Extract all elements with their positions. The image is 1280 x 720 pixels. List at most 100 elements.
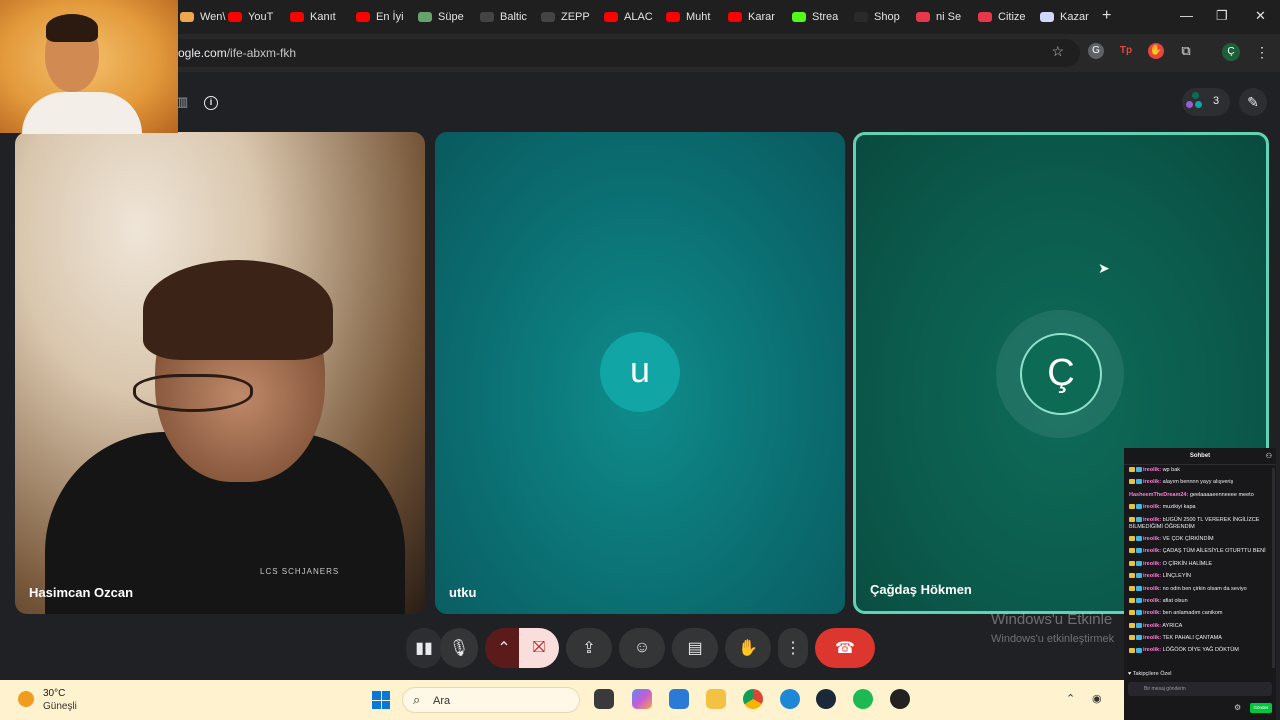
chat-username[interactable]: ireolik:: [1143, 467, 1161, 473]
profile-avatar[interactable]: Ç: [1222, 43, 1240, 61]
chat-users-icon[interactable]: ⚇: [1266, 448, 1272, 465]
captions-button[interactable]: ▤: [672, 628, 718, 668]
mail-icon[interactable]: [669, 689, 689, 709]
chat-send-button[interactable]: Gönder: [1250, 703, 1272, 713]
video-tile-utku[interactable]: u utku: [435, 132, 845, 614]
url-text[interactable]: ogle.com/ife-abxm-fkh: [178, 46, 296, 60]
chat-message-input[interactable]: Bir mesaj gönderin: [1128, 682, 1272, 696]
sun-weather-icon[interactable]: [18, 691, 34, 707]
chat-username[interactable]: ireolik:: [1143, 517, 1161, 523]
more-options-button[interactable]: ⋮: [778, 628, 808, 668]
tp-extension-icon[interactable]: Tp: [1118, 43, 1134, 59]
tab-label: Süpe: [438, 11, 464, 23]
browser-tab[interactable]: ni Se: [916, 5, 972, 29]
call-controls: ▮▮ 🎙 ⌃ ⛝ ⇪ ☺ ▤ ✋ ⋮ ☎: [0, 628, 1280, 668]
chat-username[interactable]: ireolik:: [1143, 647, 1161, 653]
task-view-icon[interactable]: [594, 689, 614, 709]
chat-badge-icon: [1129, 585, 1135, 591]
chat-username[interactable]: ireolik:: [1143, 504, 1161, 510]
browser-tab[interactable]: Muht: [666, 5, 722, 29]
spotify-icon[interactable]: [853, 689, 873, 709]
copilot-icon[interactable]: [632, 689, 652, 709]
chat-username[interactable]: ireolik:: [1143, 479, 1161, 485]
browser-tab[interactable]: Karar: [728, 5, 784, 29]
chat-message: ireolik: afiat olsun: [1129, 598, 1271, 605]
new-tab-button[interactable]: +: [1102, 7, 1111, 25]
bookmark-star-icon[interactable]: ☆: [1051, 43, 1064, 60]
address-bar[interactable]: ogle.com/ife-abxm-fkh ☆: [150, 39, 1080, 67]
taskbar-search-box[interactable]: ⌕ Ara: [402, 687, 580, 713]
camera-options-chevron-icon[interactable]: ⌃: [485, 628, 523, 668]
chat-username[interactable]: ireolik:: [1143, 586, 1161, 592]
search-icon: ⌕: [413, 692, 421, 707]
google-lens-extension-icon[interactable]: G: [1088, 43, 1104, 59]
chat-badge-icon: [1129, 548, 1135, 554]
chat-username[interactable]: ireolik:: [1143, 598, 1161, 604]
chat-username[interactable]: ireolik:: [1143, 536, 1161, 542]
minimize-button[interactable]: —: [1180, 8, 1193, 23]
browser-tab[interactable]: Baltic: [480, 5, 536, 29]
browser-tab[interactable]: YouT: [228, 5, 284, 29]
chat-scrollbar[interactable]: [1272, 468, 1275, 668]
hand-extension-icon[interactable]: ✋: [1148, 43, 1164, 59]
tab-label: ZEPP: [561, 11, 590, 23]
file-explorer-icon[interactable]: [706, 689, 726, 709]
browser-tab[interactable]: Strea: [792, 5, 848, 29]
leave-call-button[interactable]: ☎: [815, 628, 875, 668]
video-tile-hasimcan[interactable]: LCS SCHJANERS Hasimcan Ozcan: [15, 132, 425, 614]
tray-chevron-icon[interactable]: ⌃: [1066, 692, 1075, 705]
chat-badge-icon: [1136, 647, 1142, 653]
chat-badge-icon: [1129, 610, 1135, 616]
chat-badge-icon: [1136, 573, 1142, 579]
weather-condition[interactable]: Güneşli: [43, 701, 77, 712]
browser-tab[interactable]: En İyi: [356, 5, 412, 29]
chat-username[interactable]: ireolik:: [1143, 635, 1161, 641]
participant-name: Çağdaş Hökmen: [870, 582, 972, 597]
activation-watermark-title: Windows'u Etkinle: [991, 611, 1113, 628]
participants-button[interactable]: 3: [1182, 88, 1230, 116]
weather-temperature[interactable]: 30°C: [43, 688, 65, 699]
chat-username[interactable]: ireolik:: [1143, 548, 1161, 554]
present-screen-button[interactable]: ⇪: [566, 628, 612, 668]
followers-only-label: ♥ Takipçilere Özel: [1128, 671, 1172, 677]
maximize-button[interactable]: ❐: [1216, 8, 1228, 24]
reactions-emoji-button[interactable]: ☺: [619, 628, 665, 668]
chat-text: geelaaaaeenneeee meeto: [1189, 491, 1254, 498]
host-controls-pencil-icon[interactable]: ✎: [1239, 88, 1267, 116]
browser-tab[interactable]: Kazar: [1040, 5, 1096, 29]
browser-tab[interactable]: Citize: [978, 5, 1034, 29]
close-window-button[interactable]: ✕: [1255, 8, 1266, 24]
chat-badge-icon: [1129, 479, 1135, 485]
tab-favicon-icon: [290, 12, 304, 22]
chat-username[interactable]: ireolik:: [1143, 610, 1161, 616]
participant-avatar: Ç: [1020, 333, 1102, 415]
tab-label: Shop: [874, 11, 900, 23]
shirt-print: LCS SCHJANERS: [260, 567, 340, 576]
browser-tab[interactable]: ZEPP: [541, 5, 597, 29]
chat-username[interactable]: ireolik:: [1143, 561, 1161, 567]
steam-icon[interactable]: [816, 689, 836, 709]
extensions-puzzle-icon[interactable]: ⧉: [1178, 43, 1194, 59]
tray-network-icon[interactable]: ◉: [1092, 692, 1102, 705]
chat-message: ireolik: AYRICA: [1129, 623, 1271, 630]
browser-tab[interactable]: ALAC: [604, 5, 660, 29]
browser-tab[interactable]: Shop: [854, 5, 910, 29]
edge-icon[interactable]: [780, 689, 800, 709]
avatar-dot: [1192, 92, 1199, 99]
chat-username[interactable]: ireolik:: [1143, 623, 1161, 629]
obs-icon[interactable]: [890, 689, 910, 709]
browser-tab[interactable]: Kanıt: [290, 5, 346, 29]
meeting-info-icon[interactable]: i: [204, 96, 218, 110]
microphone-button[interactable]: 🎙: [440, 628, 478, 668]
chat-badge-icon: [1136, 560, 1142, 566]
chat-username[interactable]: ireolik:: [1143, 573, 1161, 579]
chrome-icon[interactable]: [743, 689, 763, 709]
tab-label: YouT: [248, 11, 274, 23]
camera-off-button[interactable]: ⛝: [519, 628, 559, 668]
browser-menu-icon[interactable]: ⋮: [1255, 44, 1269, 61]
browser-tab[interactable]: Süpe: [418, 5, 474, 29]
chat-username[interactable]: HasheemTheDream24:: [1129, 492, 1188, 498]
chat-settings-gear-icon[interactable]: ⚙: [1234, 703, 1241, 712]
windows-start-icon[interactable]: [372, 691, 390, 709]
raise-hand-button[interactable]: ✋: [725, 628, 771, 668]
